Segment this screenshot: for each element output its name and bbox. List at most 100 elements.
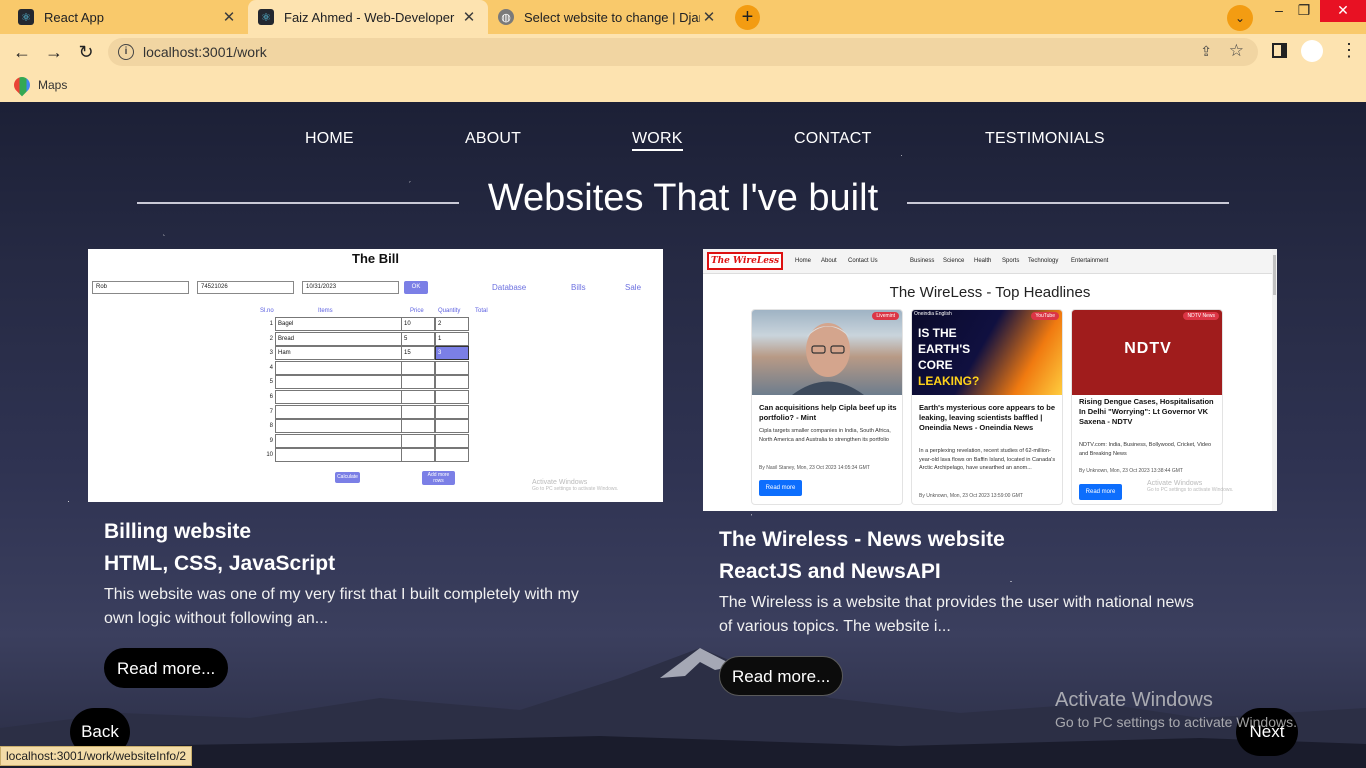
bill-row-number: 4	[269, 364, 273, 371]
wireless-nav-link: Entertainment	[1071, 258, 1109, 264]
project-title: The Wireless - News website	[719, 528, 1005, 551]
news-read-more-button: Read more	[1079, 484, 1122, 500]
news-image-text: EARTH'S	[918, 342, 971, 356]
bookmark-maps[interactable]: Maps	[10, 73, 68, 97]
bill-link-database: Database	[492, 283, 527, 292]
section-heading: Websites That I've built	[137, 177, 1229, 223]
wireless-activate-watermark: Activate Windows Go to PC settings to ac…	[1147, 480, 1233, 493]
bookmark-star-icon[interactable]: ☆	[1229, 41, 1244, 61]
bill-row-number: 9	[269, 437, 273, 444]
description-line: of various topics. The website i...	[719, 618, 951, 635]
tab-faiz-ahmed[interactable]: ⚛ Faiz Ahmed - Web-Developer ✕	[248, 0, 488, 34]
news-title: Can acquisitions help Cipla beef up its …	[759, 403, 897, 422]
url-text[interactable]: localhost:3001/work	[143, 44, 267, 60]
nav-contact[interactable]: CONTACT	[794, 130, 872, 148]
project-description: This website was one of my very first th…	[104, 583, 659, 631]
bill-item-cell	[275, 375, 402, 390]
new-tab-button[interactable]: +	[735, 5, 760, 30]
bill-qty-cell	[435, 433, 469, 448]
menu-kebab-icon[interactable]: ⋮	[1340, 40, 1358, 61]
bill-link-sale: Sale	[625, 283, 642, 292]
bill-qty-cell	[435, 375, 469, 390]
close-icon[interactable]: ✕	[460, 8, 478, 26]
activate-windows-watermark: Activate Windows Go to PC settings to ac…	[1055, 689, 1297, 730]
address-bar[interactable]: i localhost:3001/work ⇪ ☆	[108, 38, 1258, 66]
wireless-logo: The WireLess	[707, 252, 783, 270]
window-close-icon[interactable]: ✕	[1320, 0, 1366, 22]
bill-qty-cell	[435, 448, 469, 463]
read-more-button[interactable]: Read more...	[719, 656, 844, 696]
bill-item-cell	[275, 448, 402, 463]
bill-qty-cell: 3	[435, 346, 469, 361]
close-icon[interactable]: ✕	[220, 8, 238, 26]
bill-row: 4	[258, 360, 558, 375]
bookmarks-bar: Maps	[0, 70, 1366, 102]
nav-testimonials[interactable]: TESTIMONIALS	[985, 130, 1105, 148]
bill-price-cell: 10	[401, 317, 435, 331]
news-card: Livemint Can acquisitions help Cipla bee…	[751, 309, 903, 505]
news-description: In a perplexing revelation, recent studi…	[919, 448, 1056, 471]
bookmark-label: Maps	[38, 78, 68, 92]
bill-qty-cell	[435, 404, 469, 419]
news-description: NDTV.com: India, Business, Bollywood, Cr…	[1079, 442, 1212, 457]
description-line: This website was one of my very first th…	[104, 586, 579, 603]
watermark-line: Activate Windows	[1055, 689, 1213, 711]
bill-price-cell	[401, 360, 435, 375]
bill-qty-cell: 1	[435, 331, 469, 346]
close-icon[interactable]: ✕	[700, 8, 718, 26]
news-read-more-button: Read more	[759, 480, 802, 496]
project-screenshot[interactable]: The WireLess Home About Contact Us Busin…	[703, 249, 1277, 511]
news-image-label: Oneindia English	[914, 311, 952, 317]
tab-search-chevron-icon[interactable]: ⌄	[1227, 5, 1253, 31]
bill-row: 2 Bread 5 1	[258, 331, 558, 346]
share-icon[interactable]: ⇪	[1200, 43, 1212, 60]
bill-header: Items	[318, 308, 333, 314]
page-viewport: HOME ABOUT WORK CONTACT TESTIMONIALS Web…	[0, 102, 1366, 768]
news-image-portrait	[752, 310, 902, 395]
nav-home[interactable]: HOME	[305, 130, 354, 148]
bill-add-rows-label: rows	[433, 478, 444, 484]
bill-price-cell	[401, 433, 435, 448]
news-source-badge: YouTube	[1031, 312, 1059, 320]
bill-link-bills: Bills	[571, 283, 586, 292]
bill-qty-cell	[435, 390, 469, 404]
bill-ok-button: OK	[404, 281, 428, 294]
bill-row-number: 1	[269, 321, 273, 327]
news-meta: By Unknown, Mon, 23 Oct 2023 13:59:00 GM…	[919, 493, 1023, 499]
side-panel-icon[interactable]	[1272, 43, 1287, 58]
page-title: Websites That I've built	[487, 177, 879, 219]
nav-about[interactable]: ABOUT	[465, 130, 521, 148]
ndtv-logo-text: NDTV	[1124, 340, 1172, 357]
bill-add-rows-button: Add more rows	[422, 471, 455, 485]
bill-calculate-button: Calculate	[335, 472, 360, 483]
bill-row-number: 7	[269, 408, 273, 415]
news-meta: By Unknown, Mon, 23 Oct 2023 13:38:44 GM…	[1079, 468, 1183, 474]
profile-avatar[interactable]	[1301, 40, 1323, 62]
bill-price-cell: 15	[401, 346, 435, 361]
globe-icon: ◍	[498, 9, 514, 25]
project-title: Billing website	[104, 520, 252, 543]
tab-title: Faiz Ahmed - Web-Developer	[284, 9, 455, 25]
back-arrow-icon[interactable]: ←	[10, 40, 34, 64]
news-image-earth-core: Oneindia English IS THE EARTH'S CORE LEA…	[912, 310, 1062, 395]
maps-icon	[10, 73, 34, 97]
react-icon: ⚛	[258, 9, 274, 25]
watermark-line: Go to PC settings to activate Windows.	[1055, 714, 1297, 730]
news-image-text: IS THE	[918, 326, 957, 340]
project-screenshot[interactable]: The Bill Rob 74521026 10/31/2023 OK Data…	[88, 249, 663, 502]
forward-arrow-icon[interactable]: →	[42, 40, 66, 64]
portrait-illustration	[792, 323, 864, 395]
tab-django-admin[interactable]: ◍ Select website to change | Djang ✕	[488, 0, 728, 34]
news-card: Oneindia English IS THE EARTH'S CORE LEA…	[911, 309, 1063, 505]
bill-item-cell	[275, 419, 402, 434]
reload-icon[interactable]: ↻	[74, 40, 98, 64]
browser-toolbar: ← → ↻ i localhost:3001/work ⇪ ☆ ⋮	[0, 34, 1366, 70]
read-more-button[interactable]: Read more...	[104, 648, 229, 688]
tab-react-app[interactable]: ⚛ React App ✕	[8, 0, 248, 34]
wireless-navbar: The WireLess Home About Contact Us Busin…	[703, 249, 1277, 274]
nav-work[interactable]: WORK	[632, 130, 683, 151]
bill-qty-cell: 2	[435, 317, 469, 331]
bill-price-cell	[401, 448, 435, 463]
bill-qty-cell	[435, 360, 469, 375]
info-icon[interactable]: i	[118, 44, 134, 60]
